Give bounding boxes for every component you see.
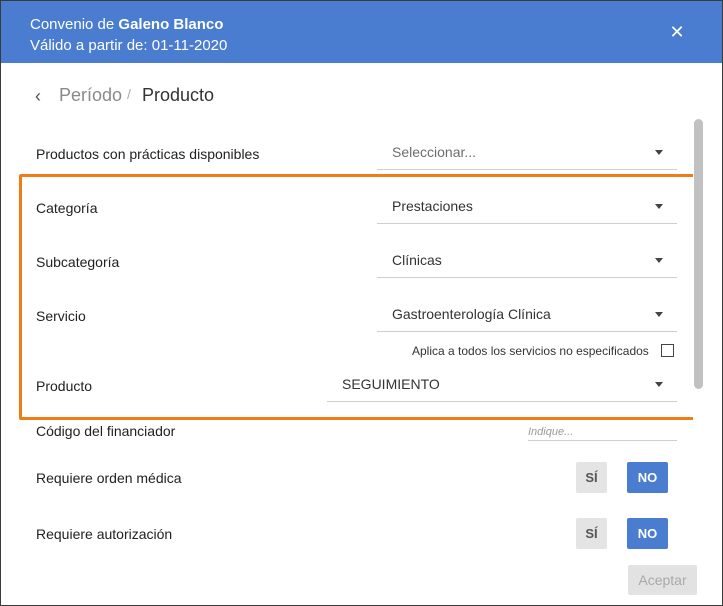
products-available-placeholder: Seleccionar...: [392, 144, 477, 160]
product-select[interactable]: SEGUIMIENTO: [327, 367, 677, 402]
products-available-label: Productos con prácticas disponibles: [36, 146, 260, 162]
dropdown-caret-icon: [655, 204, 663, 209]
breadcrumb-producto: Producto: [142, 85, 215, 105]
product-label: Producto: [36, 378, 93, 394]
category-value: Prestaciones: [392, 198, 473, 214]
apply-all-checkbox[interactable]: [661, 344, 674, 357]
service-value: Gastroenterología Clínica: [392, 306, 551, 322]
valid-from-text: Válido a partir de: 01-11-2020: [30, 37, 228, 54]
medical-order-no-button[interactable]: NO: [627, 462, 668, 493]
agreement-title: Convenio de Galeno Blanco: [30, 16, 223, 33]
service-label: Servicio: [36, 308, 86, 324]
dialog-header: Convenio de Galeno Blanco Válido a parti…: [1, 1, 722, 63]
breadcrumb-separator: /: [127, 86, 131, 102]
products-available-select[interactable]: Seleccionar...: [377, 135, 677, 170]
dropdown-caret-icon: [655, 382, 663, 387]
category-label: Categoría: [36, 200, 98, 216]
agreement-name: Galeno Blanco: [118, 16, 224, 33]
dropdown-caret-icon: [655, 258, 663, 263]
service-select[interactable]: Gastroenterología Clínica: [377, 297, 677, 332]
agreement-dialog: Convenio de Galeno Blanco Válido a parti…: [0, 0, 723, 606]
agreement-prefix: Convenio de: [30, 16, 119, 33]
scrollbar-thumb[interactable]: [694, 119, 703, 389]
subcategory-select[interactable]: Clínicas: [377, 243, 677, 278]
vertical-scrollbar[interactable]: [693, 119, 703, 549]
financier-code-field[interactable]: [528, 422, 677, 441]
subcategory-label: Subcategoría: [36, 254, 120, 270]
breadcrumb-periodo[interactable]: Período: [59, 85, 122, 106]
product-value: SEGUIMIENTO: [342, 376, 440, 392]
medical-order-yes-button[interactable]: SÍ: [576, 462, 607, 493]
authorization-no-button[interactable]: NO: [627, 518, 668, 549]
dropdown-caret-icon: [655, 150, 663, 155]
close-icon[interactable]: ✕: [667, 22, 687, 42]
authorization-label: Requiere autorización: [36, 526, 173, 542]
back-chevron-icon[interactable]: ‹: [35, 86, 49, 107]
apply-all-label: Aplica a todos los servicios no especifi…: [412, 344, 649, 358]
financier-code-input[interactable]: [528, 424, 668, 440]
subcategory-value: Clínicas: [392, 252, 442, 268]
dropdown-caret-icon: [655, 312, 663, 317]
financier-code-label: Código del financiador: [36, 423, 176, 439]
authorization-yes-button[interactable]: SÍ: [576, 518, 607, 549]
medical-order-label: Requiere orden médica: [36, 470, 182, 486]
category-select[interactable]: Prestaciones: [377, 189, 677, 224]
accept-button[interactable]: Aceptar: [628, 565, 697, 595]
